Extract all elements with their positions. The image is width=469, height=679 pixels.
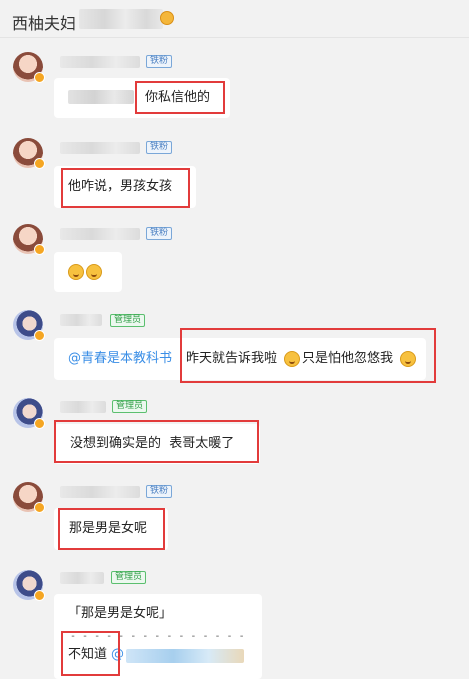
highlight-box [54,420,259,463]
sender-name-blurred[interactable] [60,401,106,413]
sender-name-blurred[interactable] [60,314,102,326]
title-emoji-icon [160,11,174,25]
chat-header: 西柚夫妇 [0,0,469,38]
redacted-text-blur [68,90,134,104]
verified-badge-icon [34,72,45,83]
verified-badge-icon [34,418,45,429]
sender-name-blurred[interactable] [60,142,140,154]
sender-name-blurred[interactable] [60,56,140,68]
fan-rank-tag: 铁粉 [146,55,173,68]
admin-tag: 管理员 [111,571,147,584]
highlight-box [61,168,190,208]
mention-link[interactable]: @青春是本教科书 [68,349,172,369]
fan-rank-tag: 铁粉 [146,141,173,154]
sender-name-blurred[interactable] [60,572,104,584]
verified-badge-icon [34,330,45,341]
surprised-face-emoji [68,264,84,280]
quoted-message: 「那是男是女呢」 [68,606,173,621]
sender-name-blurred[interactable] [60,228,140,240]
surprised-face-emoji [86,264,102,280]
admin-tag: 管理员 [110,314,146,327]
fan-rank-tag: 铁粉 [146,227,173,240]
verified-badge-icon [34,244,45,255]
redacted-mention-blur [126,649,244,663]
title-redacted-blur [79,9,163,29]
highlight-box [58,508,165,550]
verified-badge-icon [34,502,45,513]
highlight-box [180,328,436,383]
chat-title: 西柚夫妇 [12,14,77,33]
highlight-box [135,81,225,114]
highlight-box [61,631,120,676]
admin-tag: 管理员 [112,400,148,413]
message-bubble[interactable] [54,252,122,292]
verified-badge-icon [34,158,45,169]
fan-rank-tag: 铁粉 [146,485,173,498]
sender-name-blurred[interactable] [60,486,140,498]
verified-badge-icon [34,590,45,601]
